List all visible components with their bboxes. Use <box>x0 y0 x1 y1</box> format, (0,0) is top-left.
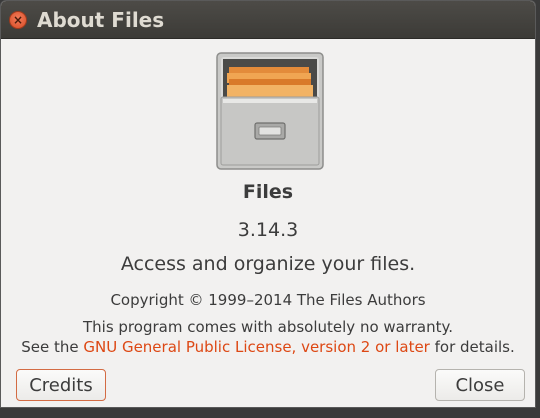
about-dialog: × About Files Files 3.14.3 Access and or… <box>0 0 536 408</box>
license-suffix: for details. <box>429 338 515 356</box>
license-link[interactable]: GNU General Public License, version 2 or… <box>83 338 430 356</box>
copyright-text: Copyright © 1999–2014 The Files Authors <box>110 291 426 309</box>
license-prefix: See the <box>21 338 84 356</box>
title-bar: × About Files <box>1 1 535 39</box>
credits-button[interactable]: Credits <box>16 369 106 401</box>
close-button[interactable]: Close <box>435 369 525 401</box>
app-name: Files <box>242 181 294 203</box>
app-version: 3.14.3 <box>237 219 299 241</box>
window-title: About Files <box>37 7 165 32</box>
dialog-content: Files 3.14.3 Access and organize your fi… <box>1 39 535 407</box>
license-line: See the GNU General Public License, vers… <box>1 338 535 356</box>
close-icon[interactable]: × <box>9 10 27 29</box>
app-description: Access and organize your files. <box>120 253 416 275</box>
file-cabinet-icon <box>216 52 324 170</box>
warranty-text: This program comes with absolutely no wa… <box>82 318 454 336</box>
